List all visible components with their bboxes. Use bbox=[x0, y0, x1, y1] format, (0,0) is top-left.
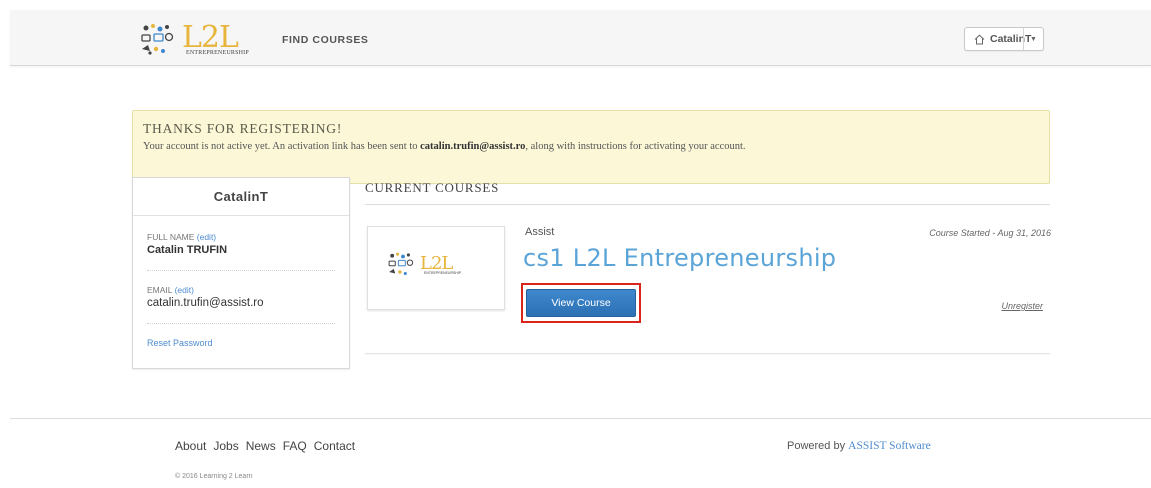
current-courses-title: CURRENT COURSES bbox=[365, 180, 500, 195]
profile-divider bbox=[147, 323, 335, 324]
course-divider bbox=[365, 353, 1050, 354]
powered-by: Powered by ASSIST Software bbox=[787, 440, 931, 452]
profile-username: CatalinT bbox=[133, 178, 349, 216]
footer-link-faq[interactable]: FAQ bbox=[283, 439, 307, 453]
footer-divider bbox=[10, 418, 1151, 419]
notice-email: catalin.trufin@assist.ro bbox=[420, 141, 526, 152]
reset-password-link[interactable]: Reset Password bbox=[147, 338, 335, 348]
logo-subtitle: ENTREPRENEURSHIP bbox=[186, 50, 249, 56]
course-thumbnail-logo: L2L ENTREPRENEURSHIP bbox=[386, 249, 486, 289]
profile-card: CatalinT FULL NAME (edit) Catalin TRUFIN… bbox=[132, 177, 350, 369]
course-title-link[interactable]: cs1 L2L Entrepreneurship bbox=[523, 244, 836, 272]
full-name-edit-link[interactable]: (edit) bbox=[197, 232, 216, 242]
home-icon bbox=[968, 34, 990, 45]
copyright: © 2016 Learning 2 Learn bbox=[175, 473, 253, 480]
footer-link-news[interactable]: News bbox=[246, 439, 276, 453]
footer-links: About Jobs News FAQ Contact bbox=[175, 439, 355, 453]
dropdown-caret-icon[interactable]: ▼ bbox=[1023, 28, 1043, 50]
powered-prefix: Powered by bbox=[787, 440, 846, 452]
full-name-label-text: FULL NAME bbox=[147, 232, 195, 242]
user-menu-button[interactable]: CatalinT ▼ bbox=[964, 27, 1044, 51]
full-name-value: Catalin TRUFIN bbox=[147, 244, 228, 256]
footer-link-about[interactable]: About bbox=[175, 439, 206, 453]
site-logo[interactable]: L2L ENTREPRENEURSHIP bbox=[138, 20, 258, 58]
full-name-label: FULL NAME (edit) bbox=[147, 232, 335, 242]
nav-find-courses[interactable]: FIND COURSES bbox=[282, 34, 369, 46]
profile-divider bbox=[147, 270, 335, 271]
course-start-date: Course Started - Aug 31, 2016 bbox=[929, 228, 1051, 238]
registration-notice: THANKS FOR REGISTERING! Your account is … bbox=[132, 110, 1050, 184]
footer-link-contact[interactable]: Contact bbox=[314, 439, 355, 453]
people-network-icon bbox=[141, 24, 174, 55]
thumb-logo-subtitle: ENTREPRENEURSHIP bbox=[424, 271, 462, 275]
email-edit-link[interactable]: (edit) bbox=[175, 285, 194, 295]
unregister-link[interactable]: Unregister bbox=[1001, 301, 1043, 311]
notice-text-before: Your account is not active yet. An activ… bbox=[143, 141, 421, 152]
notice-text-after: , along with instructions for activating… bbox=[525, 141, 746, 152]
course-thumbnail[interactable]: L2L ENTREPRENEURSHIP bbox=[367, 226, 505, 310]
courses-divider bbox=[365, 204, 1050, 205]
people-network-icon bbox=[388, 252, 414, 276]
course-organization: Assist bbox=[525, 226, 555, 238]
email-label-text: EMAIL bbox=[147, 285, 173, 295]
notice-title: THANKS FOR REGISTERING! bbox=[143, 121, 343, 136]
email-label: EMAIL (edit) bbox=[147, 285, 335, 295]
footer-link-jobs[interactable]: Jobs bbox=[213, 439, 238, 453]
powered-brand-link[interactable]: ASSIST Software bbox=[848, 440, 931, 452]
site-header: L2L ENTREPRENEURSHIP FIND COURSES Catali… bbox=[10, 10, 1151, 66]
notice-body: Your account is not active yet. An activ… bbox=[143, 141, 1039, 152]
email-value: catalin.trufin@assist.ro bbox=[147, 297, 264, 309]
view-course-button[interactable]: View Course bbox=[526, 289, 636, 317]
